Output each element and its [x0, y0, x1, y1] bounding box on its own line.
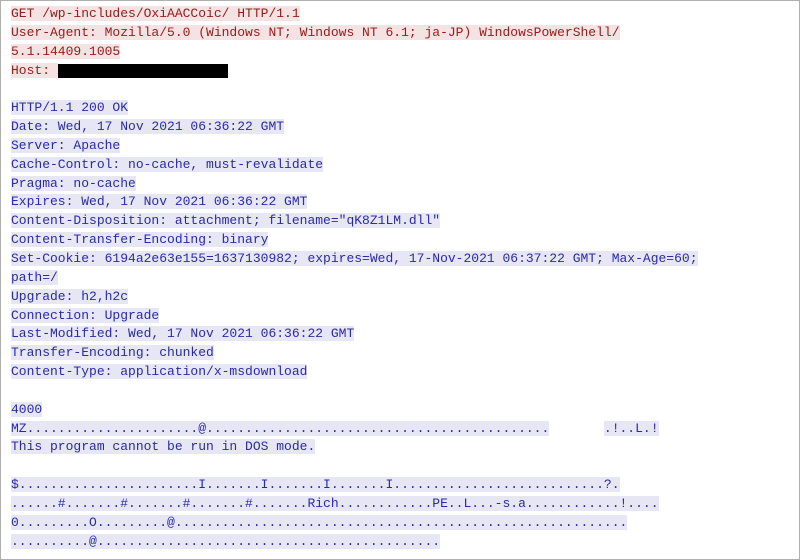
packet-capture-window: GET /wp-includes/OxiAACCoic/ HTTP/1.1 Us… — [0, 0, 800, 560]
http-response-cache-control: Cache-Control: no-cache, must-revalidate — [11, 156, 779, 175]
http-response-set-cookie-path: path=/ — [11, 269, 779, 288]
blank-line — [11, 457, 779, 476]
blank-line — [11, 80, 779, 99]
http-response-connection: Connection: Upgrade — [11, 307, 779, 326]
blank-line — [11, 382, 779, 401]
http-request-user-agent-cont: 5.1.14409.1005 — [11, 43, 779, 62]
http-response-cte: Content-Transfer-Encoding: binary — [11, 231, 779, 250]
chunk-size: 4000 — [11, 401, 779, 420]
body-dos-stub: This program cannot be run in DOS mode. — [11, 438, 779, 457]
http-response-status: HTTP/1.1 200 OK — [11, 99, 779, 118]
body-hex-line: ..........@.............................… — [11, 533, 779, 552]
body-hex-line: 0.........O.........@...................… — [11, 514, 779, 533]
http-response-set-cookie: Set-Cookie: 6194a2e63e155=1637130982; ex… — [11, 250, 779, 269]
http-response-expires: Expires: Wed, 17 Nov 2021 06:36:22 GMT — [11, 193, 779, 212]
http-response-transfer-encoding: Transfer-Encoding: chunked — [11, 344, 779, 363]
http-response-last-modified: Last-Modified: Wed, 17 Nov 2021 06:36:22… — [11, 325, 779, 344]
http-response-pragma: Pragma: no-cache — [11, 175, 779, 194]
http-request-host: Host: — [11, 62, 779, 81]
body-hex-line: ......#.......#.......#.......#.......Ri… — [11, 495, 779, 514]
body-mz-header: MZ......................@...............… — [11, 420, 779, 439]
http-request-line: GET /wp-includes/OxiAACCoic/ HTTP/1.1 — [11, 5, 779, 24]
http-response-upgrade: Upgrade: h2,h2c — [11, 288, 779, 307]
http-request-user-agent: User-Agent: Mozilla/5.0 (Windows NT; Win… — [11, 24, 779, 43]
http-response-content-type: Content-Type: application/x-msdownload — [11, 363, 779, 382]
http-response-content-disposition: Content-Disposition: attachment; filenam… — [11, 212, 779, 231]
http-response-server: Server: Apache — [11, 137, 779, 156]
body-hex-line: $.......................I.......I.......… — [11, 476, 779, 495]
http-response-date: Date: Wed, 17 Nov 2021 06:36:22 GMT — [11, 118, 779, 137]
packet-text-content[interactable]: GET /wp-includes/OxiAACCoic/ HTTP/1.1 Us… — [1, 1, 785, 559]
redacted-host — [58, 64, 228, 78]
